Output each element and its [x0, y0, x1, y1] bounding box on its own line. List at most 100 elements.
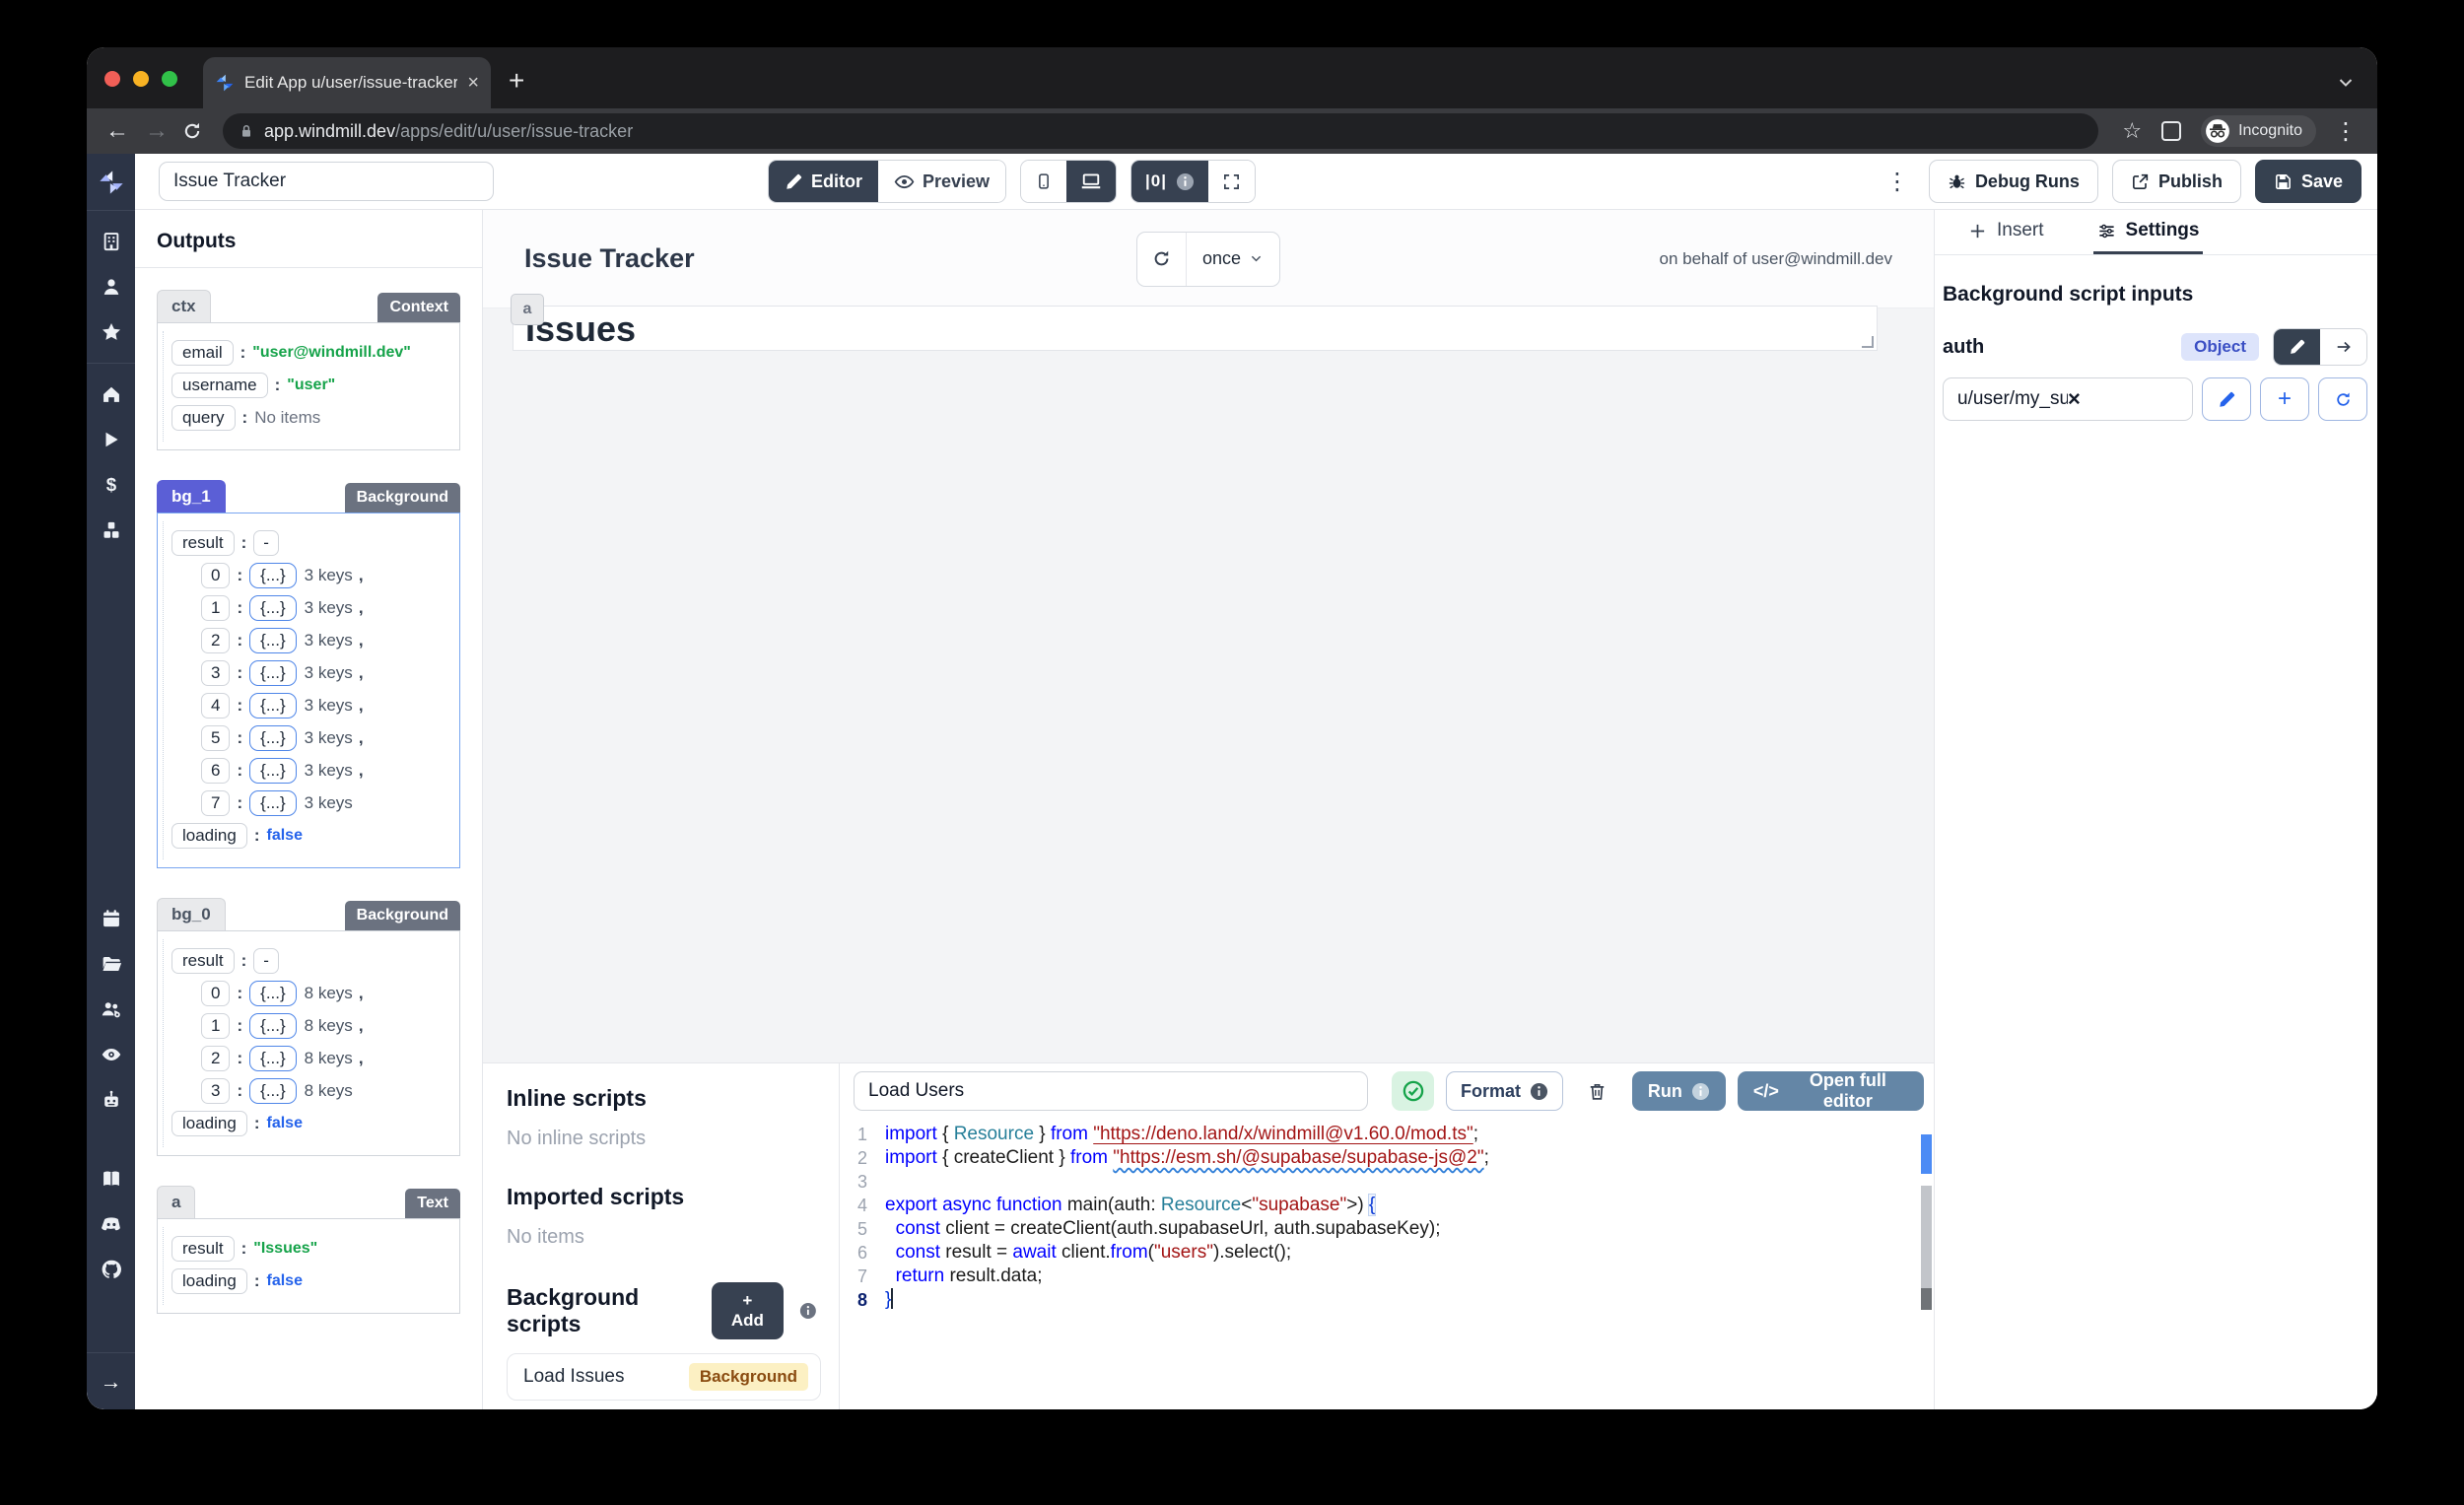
more-options-icon[interactable]: ⋮: [1880, 168, 1915, 196]
minimize-window-button[interactable]: [133, 71, 149, 87]
code-editor[interactable]: 1import { Resource } from "https://deno.…: [840, 1119, 1934, 1409]
cubes-icon[interactable]: [87, 508, 135, 553]
code-line[interactable]: 3: [840, 1170, 1934, 1194]
expand-object-pill[interactable]: {...}: [249, 1078, 297, 1104]
code-line[interactable]: 7 return result.data;: [840, 1265, 1934, 1288]
code-line[interactable]: 1import { Resource } from "https://deno.…: [840, 1123, 1934, 1146]
browser-tab[interactable]: Edit App u/user/issue-tracker | ×: [203, 57, 491, 108]
refresh-app-button[interactable]: [1137, 233, 1187, 286]
expand-object-pill[interactable]: {...}: [249, 790, 297, 816]
array-index-pill[interactable]: 0: [201, 981, 230, 1006]
star-filled-icon[interactable]: [87, 309, 135, 355]
add-resource-button[interactable]: +: [2260, 377, 2309, 421]
folder-icon[interactable]: [87, 941, 135, 987]
output-key-pill[interactable]: loading: [171, 1111, 247, 1136]
background-script-item[interactable]: Load IssuesBackground: [507, 1353, 821, 1401]
refresh-mode-dropdown[interactable]: once: [1187, 248, 1279, 269]
tab-settings[interactable]: Settings: [2093, 210, 2204, 254]
publish-button[interactable]: Publish: [2112, 160, 2241, 203]
array-index-pill[interactable]: 3: [201, 1078, 230, 1104]
output-tab-bg_1[interactable]: bg_1: [157, 480, 226, 513]
clear-resource-icon[interactable]: ×: [2068, 386, 2178, 412]
calendar-icon[interactable]: [87, 896, 135, 941]
person-icon[interactable]: [87, 264, 135, 309]
code-line[interactable]: 8}: [840, 1288, 1934, 1312]
array-index-pill[interactable]: 1: [201, 595, 230, 621]
book-icon[interactable]: [87, 1156, 135, 1201]
resize-handle[interactable]: [1862, 336, 1874, 348]
save-button[interactable]: Save: [2255, 160, 2361, 203]
array-index-pill[interactable]: 6: [201, 758, 230, 784]
output-tab-ctx[interactable]: ctx: [157, 290, 211, 322]
edit-resource-button[interactable]: [2202, 377, 2251, 421]
add-background-script-button[interactable]: + Add: [712, 1282, 785, 1339]
array-index-pill[interactable]: 1: [201, 1013, 230, 1039]
close-window-button[interactable]: [104, 71, 120, 87]
output-key-pill[interactable]: result: [171, 1236, 235, 1262]
building-icon[interactable]: [87, 219, 135, 264]
discord-icon[interactable]: [87, 1201, 135, 1247]
robot-icon[interactable]: [87, 1077, 135, 1123]
reload-button[interactable]: [179, 118, 205, 144]
expand-object-pill[interactable]: {...}: [249, 693, 297, 718]
delete-script-button[interactable]: [1575, 1071, 1620, 1111]
output-key-pill[interactable]: email: [171, 340, 234, 366]
expand-object-pill[interactable]: {...}: [249, 1013, 297, 1039]
address-bar[interactable]: app.windmill.dev/apps/edit/u/user/issue-…: [223, 113, 2098, 149]
user-group-icon[interactable]: [87, 987, 135, 1032]
expand-object-pill[interactable]: {...}: [249, 563, 297, 588]
tab-insert[interactable]: Insert: [1964, 210, 2048, 254]
refresh-resource-button[interactable]: [2318, 377, 2367, 421]
connect-input-button[interactable]: [2320, 329, 2366, 365]
expand-object-pill[interactable]: {...}: [249, 1046, 297, 1071]
output-tab-bg_0[interactable]: bg_0: [157, 898, 226, 930]
output-key-pill[interactable]: username: [171, 373, 268, 398]
forward-button[interactable]: →: [140, 117, 173, 145]
output-tab-a[interactable]: a: [157, 1186, 195, 1218]
bookmark-star-icon[interactable]: ☆: [2122, 118, 2142, 144]
back-button[interactable]: ←: [101, 117, 134, 145]
output-key-pill[interactable]: loading: [171, 823, 247, 849]
static-input-button[interactable]: [2274, 329, 2320, 365]
format-button[interactable]: Format: [1446, 1071, 1563, 1111]
preview-mode-button[interactable]: Preview: [878, 161, 1005, 202]
output-key-pill[interactable]: query: [171, 405, 236, 431]
collapse-rail-button[interactable]: →: [87, 1352, 135, 1409]
app-name-input[interactable]: [159, 162, 494, 201]
mobile-view-button[interactable]: [1021, 161, 1066, 202]
expand-object-pill[interactable]: {...}: [249, 725, 297, 751]
code-line[interactable]: 2import { createClient } from "https://e…: [840, 1146, 1934, 1170]
component-id-tag[interactable]: a: [511, 294, 544, 325]
code-line[interactable]: 6 const result = await client.from("user…: [840, 1241, 1934, 1265]
script-name-input[interactable]: [854, 1071, 1368, 1111]
fullscreen-button[interactable]: [1208, 161, 1255, 202]
desktop-view-button[interactable]: [1066, 161, 1116, 202]
collapse-toggle[interactable]: -: [253, 948, 279, 974]
code-line[interactable]: 5 const client = createClient(auth.supab…: [840, 1217, 1934, 1241]
app-canvas[interactable]: a Issues: [483, 308, 1934, 1062]
tab-groups-icon[interactable]: [2161, 121, 2181, 141]
editor-overview-ruler[interactable]: [1918, 1119, 1932, 1409]
dollar-icon[interactable]: $: [87, 462, 135, 508]
array-index-pill[interactable]: 5: [201, 725, 230, 751]
array-index-pill[interactable]: 3: [201, 660, 230, 686]
output-key-pill[interactable]: result: [171, 530, 235, 556]
run-button[interactable]: Run: [1632, 1071, 1726, 1111]
hide-outputs-button[interactable]: |0|: [1131, 161, 1208, 202]
output-key-pill[interactable]: result: [171, 948, 235, 974]
expand-object-pill[interactable]: {...}: [249, 660, 297, 686]
windmill-logo[interactable]: [87, 154, 135, 211]
play-icon[interactable]: [87, 417, 135, 462]
scrollbar-thumb[interactable]: [1921, 1186, 1932, 1296]
github-icon[interactable]: [87, 1247, 135, 1292]
expand-object-pill[interactable]: {...}: [249, 758, 297, 784]
debug-runs-button[interactable]: Debug Runs: [1929, 160, 2098, 203]
text-component[interactable]: a Issues: [513, 306, 1878, 351]
collapse-toggle[interactable]: -: [253, 530, 279, 556]
new-tab-button[interactable]: +: [509, 65, 524, 97]
array-index-pill[interactable]: 0: [201, 563, 230, 588]
output-key-pill[interactable]: loading: [171, 1268, 247, 1294]
browser-menu-icon[interactable]: ⋮: [2334, 117, 2358, 146]
open-full-editor-button[interactable]: </> Open full editor: [1738, 1071, 1924, 1111]
code-line[interactable]: 4export async function main(auth: Resour…: [840, 1194, 1934, 1217]
